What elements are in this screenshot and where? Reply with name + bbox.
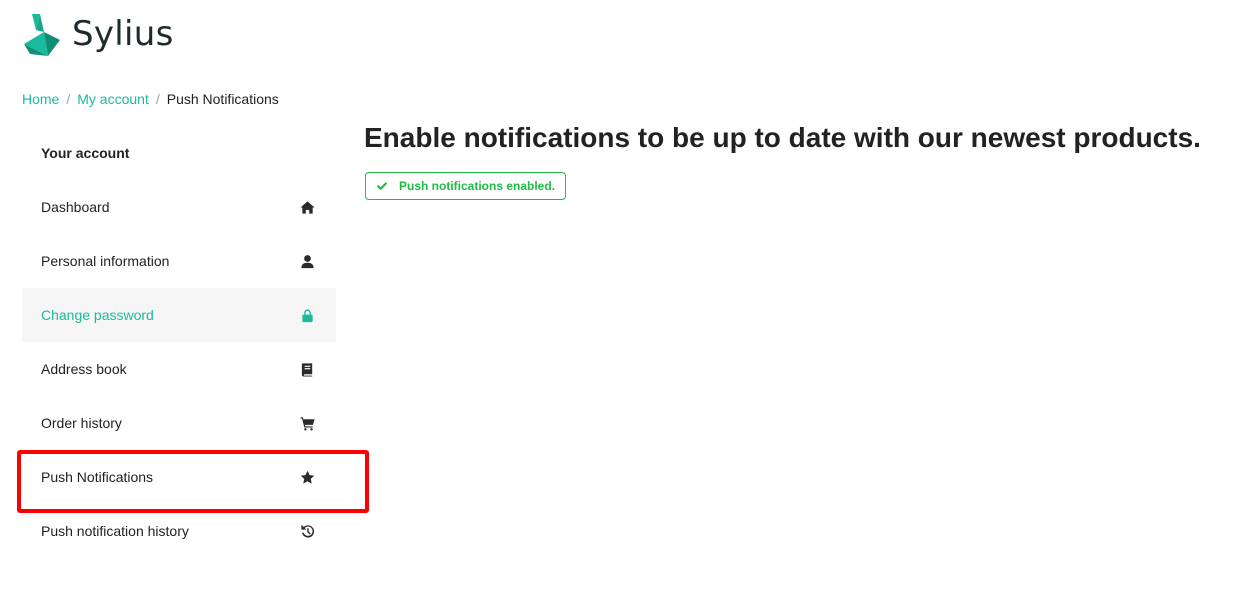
breadcrumb-my-account[interactable]: My account (77, 91, 149, 107)
sidebar-item-push-notification-history[interactable]: Push notification history (22, 504, 336, 558)
breadcrumb-separator: / (66, 91, 71, 107)
logo[interactable]: Sylius (22, 12, 174, 56)
account-sidebar: Your account Dashboard Personal informat… (22, 126, 336, 558)
sidebar-item-label: Change password (41, 307, 154, 323)
sidebar-item-label: Personal information (41, 253, 170, 269)
page: Sylius Home / My account / Push Notifica… (0, 0, 1237, 602)
sylius-logo-icon (24, 14, 60, 56)
success-message: Push notifications enabled. (365, 172, 567, 200)
sidebar-item-push-notifications[interactable]: Push Notifications (22, 450, 336, 504)
logo-text: Sylius (72, 14, 174, 54)
sidebar-item-label: Address book (41, 361, 127, 377)
breadcrumb-home[interactable]: Home (22, 91, 59, 107)
user-icon (299, 253, 315, 269)
sidebar-item-label: Push notification history (41, 523, 189, 539)
cart-icon (299, 415, 315, 431)
star-icon (299, 469, 315, 485)
history-icon (299, 523, 315, 539)
sidebar-item-order-history[interactable]: Order history (22, 396, 336, 450)
page-title: Enable notifications to be up to date wi… (364, 122, 1201, 153)
sidebar-item-change-password[interactable]: Change password (22, 288, 336, 342)
sidebar-item-label: Push Notifications (41, 469, 154, 485)
sidebar-item-personal-information[interactable]: Personal information (22, 234, 336, 288)
breadcrumb-current: Push Notifications (166, 91, 279, 107)
success-message-text: Push notifications enabled. (399, 179, 556, 193)
sidebar-item-label: Order history (41, 415, 122, 431)
home-icon (299, 199, 315, 215)
sidebar-heading: Your account (41, 145, 130, 161)
breadcrumb-separator: / (155, 91, 160, 107)
book-icon (299, 361, 315, 377)
checkmark-icon (376, 182, 388, 191)
lock-icon (299, 307, 315, 323)
sidebar-item-address-book[interactable]: Address book (22, 342, 336, 396)
sidebar-item-dashboard[interactable]: Dashboard (22, 180, 336, 234)
sidebar-item-label: Dashboard (41, 199, 110, 215)
breadcrumb: Home / My account / Push Notifications (22, 91, 279, 107)
